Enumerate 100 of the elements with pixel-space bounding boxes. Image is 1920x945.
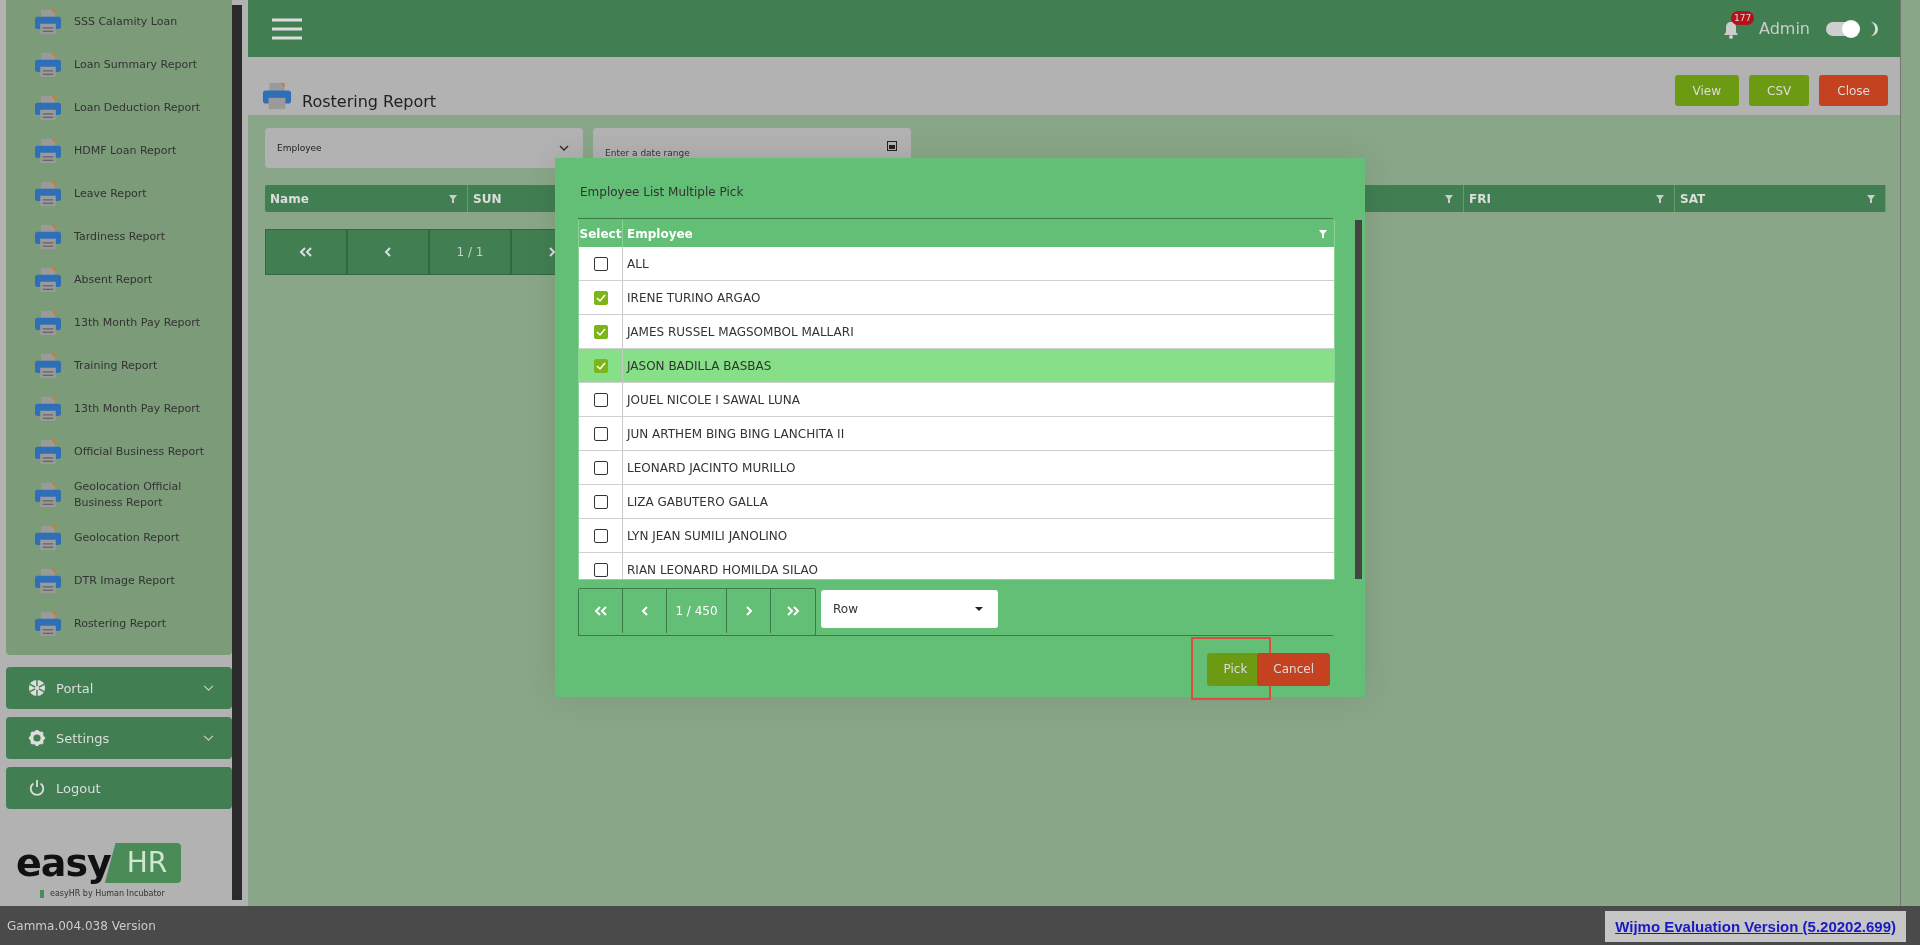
printer-icon	[34, 481, 62, 508]
sidebar-item[interactable]: Geolocation Report	[74, 529, 180, 546]
menu-icon[interactable]	[272, 17, 302, 40]
employee-dropdown[interactable]: Employee	[265, 128, 583, 168]
employee-row[interactable]: JOUEL NICOLE I SAWAL LUNA	[579, 383, 1334, 417]
filter-icon[interactable]	[1867, 194, 1875, 203]
scrollbar[interactable]	[1355, 220, 1362, 579]
row-dropdown[interactable]: Row	[821, 589, 998, 628]
printer-icon	[34, 137, 62, 164]
sidebar-section[interactable]: Settings	[6, 717, 232, 759]
sidebar-item[interactable]: Loan Deduction Report	[74, 99, 201, 116]
employee-name: JOUEL NICOLE I SAWAL LUNA	[627, 392, 800, 407]
chevron-icon	[384, 247, 392, 257]
notification-badge: 177	[1731, 10, 1755, 25]
sidebar-item[interactable]: Rostering Report	[74, 615, 167, 632]
sidebar-item[interactable]: Tardiness Report	[74, 228, 166, 245]
printer-icon	[34, 94, 62, 121]
sidebar-item[interactable]: 13th Month Pay Report	[74, 314, 201, 331]
printer-icon	[34, 395, 62, 422]
toolbar-button[interactable]: View	[1674, 75, 1740, 106]
employee-name: LIZA GABUTERO GALLA	[627, 494, 768, 509]
employee-name: LYN JEAN SUMILI JANOLINO	[627, 528, 788, 543]
sidebar-section[interactable]: Portal	[6, 667, 232, 709]
printer-icon	[34, 223, 62, 250]
chevron-icon	[203, 684, 214, 692]
sidebar-item[interactable]: 13th Month Pay Report	[74, 400, 201, 417]
column-header[interactable]: SAT	[1675, 185, 1886, 212]
employee-name: JAMES RUSSEL MAGSOMBOL MALLARI	[627, 324, 854, 339]
checkbox[interactable]	[593, 256, 608, 271]
checkbox[interactable]	[593, 426, 608, 441]
sidebar-item[interactable]: HDMF Loan Report	[74, 142, 177, 159]
scrollbar[interactable]	[1900, 0, 1920, 906]
chevron-icon	[744, 605, 753, 616]
settings-icon	[28, 729, 46, 747]
double-chevron-icon	[299, 247, 313, 257]
chevron-icon	[203, 734, 214, 742]
checkbox[interactable]	[593, 562, 608, 577]
double-chevron-icon	[786, 605, 800, 616]
sidebar-item[interactable]: Loan Summary Report	[74, 56, 197, 73]
checkbox[interactable]	[593, 324, 608, 339]
employee-name: JASON BADILLA BASBAS	[627, 358, 772, 373]
page-indicator: 1 / 1	[429, 229, 511, 275]
dialog-title: Employee List Multiple Pick	[578, 158, 1333, 219]
checkbox[interactable]	[593, 460, 608, 475]
sidebar-item[interactable]: Absent Report	[74, 271, 153, 288]
printer-icon	[34, 8, 62, 35]
sidebar-section[interactable]: Logout	[6, 767, 232, 809]
employee-row[interactable]: LEONARD JACINTO MURILLO	[579, 451, 1334, 485]
column-header[interactable]: FRI	[1464, 185, 1675, 212]
employee-row[interactable]: LYN JEAN SUMILI JANOLINO	[579, 519, 1334, 553]
toolbar-button[interactable]: CSV	[1749, 75, 1810, 106]
employee-row[interactable]: ALL	[579, 247, 1334, 281]
employee-name: RIAN LEONARD HOMILDA SILAO	[627, 562, 818, 577]
checkbox[interactable]	[593, 392, 608, 407]
sidebar-item[interactable]: Geolocation Official Business Report	[74, 478, 224, 511]
filter-icon[interactable]	[1656, 194, 1664, 203]
filter-icon[interactable]	[449, 194, 457, 203]
power-icon	[28, 779, 46, 797]
aperture-icon	[28, 679, 46, 697]
bell-icon[interactable]	[1723, 20, 1739, 39]
sidebar-item[interactable]: Official Business Report	[74, 443, 205, 460]
printer-icon	[34, 309, 62, 336]
printer-icon	[34, 438, 62, 465]
employee-row[interactable]: IRENE TURINO ARGAO	[579, 281, 1334, 315]
caret-icon	[975, 606, 983, 611]
chevron-icon	[548, 247, 556, 257]
user-name[interactable]: Admin	[1759, 19, 1810, 38]
checkbox[interactable]	[593, 358, 608, 373]
printer-icon	[34, 567, 62, 594]
employee-name: IRENE TURINO ARGAO	[627, 290, 761, 305]
printer-icon	[262, 81, 292, 111]
employee-row[interactable]: JASON BADILLA BASBAS	[579, 349, 1334, 383]
dialog-button[interactable]: Cancel	[1257, 652, 1330, 686]
sidebar-item[interactable]: SSS Calamity Loan	[74, 13, 178, 30]
version-text: Gamma.004.038 Version	[7, 918, 156, 933]
checkbox[interactable]	[593, 494, 608, 509]
sidebar-item[interactable]: Leave Report	[74, 185, 147, 202]
sidebar-item[interactable]: DTR Image Report	[74, 572, 175, 589]
scrollbar[interactable]	[232, 5, 242, 900]
logo-tagline: easyHR by Human Incubator	[50, 889, 165, 898]
filter-icon[interactable]	[1319, 229, 1327, 238]
employee-row[interactable]: JUN ARTHEM BING BING LANCHITA II	[579, 417, 1334, 451]
theme-toggle[interactable]	[1826, 21, 1858, 36]
page-title: Rostering Report	[302, 93, 437, 111]
employee-name: ALL	[627, 256, 649, 271]
toolbar-button[interactable]: Close	[1819, 75, 1888, 106]
double-chevron-icon	[593, 605, 608, 616]
filter-icon[interactable]	[1445, 194, 1453, 203]
printer-icon	[34, 352, 62, 379]
sidebar-item[interactable]: Training Report	[74, 357, 158, 374]
checkbox[interactable]	[593, 290, 608, 305]
checkbox[interactable]	[593, 528, 608, 543]
chevron-icon	[640, 605, 649, 616]
printer-icon	[34, 610, 62, 637]
employee-row[interactable]: JAMES RUSSEL MAGSOMBOL MALLARI	[579, 315, 1334, 349]
employee-row[interactable]: LIZA GABUTERO GALLA	[579, 485, 1334, 519]
employee-name: JUN ARTHEM BING BING LANCHITA II	[627, 426, 845, 441]
column-header[interactable]: Employee	[623, 220, 1334, 247]
column-header[interactable]: Name	[265, 185, 468, 212]
first-page-button[interactable]	[579, 588, 623, 633]
